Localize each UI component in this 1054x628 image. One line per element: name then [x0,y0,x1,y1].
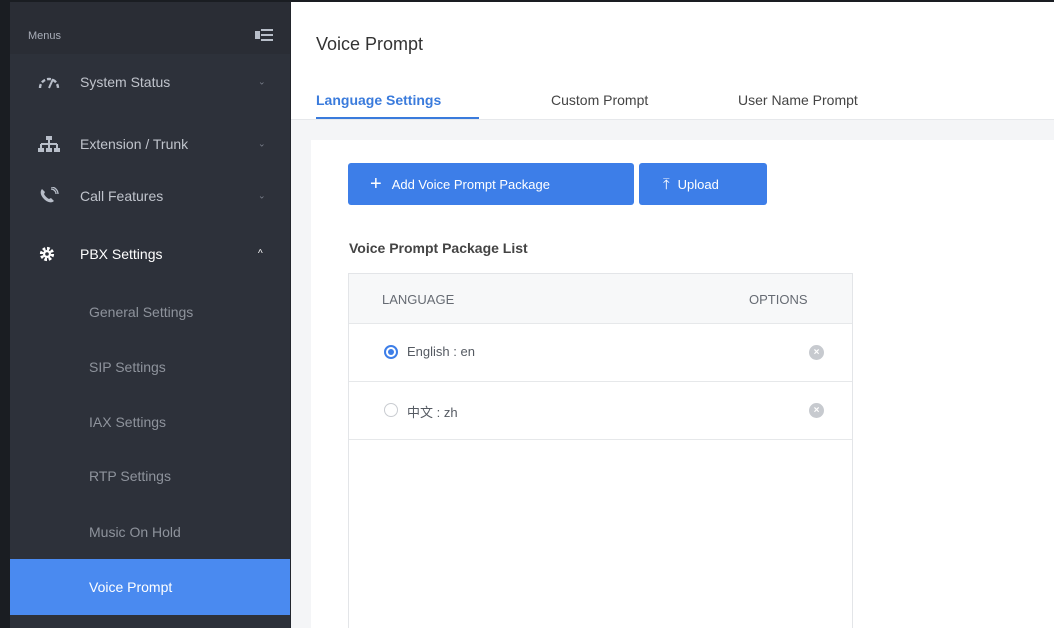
language-radio[interactable] [384,403,398,417]
sidebar-header: Menus [10,2,290,54]
sidebar-subitem-label: RTP Settings [89,468,171,484]
sidebar-item-extension-trunk[interactable]: Extension / Trunk ⌄ [10,116,290,172]
section-title: Voice Prompt Package List [349,240,528,256]
add-button-label: Add Voice Prompt Package [391,176,550,192]
upload-icon: ⤒ [663,175,670,193]
sidebar-subitem-music-on-hold[interactable]: Music On Hold [10,504,290,560]
gear-icon [38,245,60,263]
menus-label: Menus [28,30,62,42]
plus-icon: + [370,173,382,195]
sidebar-item-label: Extension / Trunk [80,136,189,152]
chevron-up-icon: ^ [258,248,263,260]
chevron-down-icon: ⌄ [258,190,266,201]
sidebar-subitem-label: SIP Settings [89,359,166,375]
language-cell: English : en [407,344,475,359]
sidebar-item-pbx-settings[interactable]: PBX Settings ^ [10,226,290,282]
tab-user-name-prompt[interactable]: User Name Prompt [738,92,858,108]
sidebar-subitem-label: Voice Prompt [89,579,173,595]
language-cell: 中文 : zh [407,405,458,420]
sidebar-item-label: System Status [80,74,171,90]
chevron-down-icon: ⌄ [258,76,266,87]
sidebar: Menus System Status ⌄ Extension / Trunk … [0,0,291,628]
sidebar-subitem-iax-settings[interactable]: IAX Settings [10,394,290,450]
sidebar-subitem-label: General Settings [89,304,194,320]
phone-icon [38,186,60,205]
tab-language-settings[interactable]: Language Settings [316,92,441,108]
chevron-down-icon: ⌄ [258,138,266,149]
table-row: English : en × [349,324,852,382]
voice-prompt-package-table: LANGUAGE OPTIONS English : en × 中文 : zh … [348,273,853,628]
sidebar-subitem-label: Music On Hold [89,524,181,540]
sidebar-item-label: PBX Settings [80,246,163,262]
table-row: 中文 : zh × [349,382,852,440]
collapse-menu-icon[interactable] [255,28,273,42]
gauge-icon [38,73,60,91]
sidebar-subitem-voice-prompt[interactable]: Voice Prompt [10,559,290,615]
sidebar-item-call-features[interactable]: Call Features ⌄ [10,168,290,224]
column-header-options: OPTIONS [749,292,808,307]
sidebar-item-system-status[interactable]: System Status ⌄ [10,54,290,110]
sidebar-subitem-sip-settings[interactable]: SIP Settings [10,339,290,395]
language-radio[interactable] [384,345,398,359]
sidebar-subitem-label: IAX Settings [89,414,167,430]
page-title: Voice Prompt [316,34,424,54]
tab-custom-prompt[interactable]: Custom Prompt [551,92,648,108]
sidebar-subitem-rtp-settings[interactable]: RTP Settings [10,448,290,504]
main-content: Voice Prompt Language Settings Custom Pr… [291,0,1054,628]
page-header: Voice Prompt Language Settings Custom Pr… [291,0,1054,120]
upload-button-label: Upload [677,176,719,192]
sidebar-item-label: Call Features [80,188,164,204]
sidebar-subitem-general-settings[interactable]: General Settings [10,284,290,340]
delete-icon[interactable]: × [809,403,824,418]
column-header-language: LANGUAGE [382,292,455,307]
add-voice-prompt-package-button[interactable]: + Add Voice Prompt Package [348,163,634,205]
table-header: LANGUAGE OPTIONS [349,274,852,324]
delete-icon[interactable]: × [809,345,824,360]
network-icon [38,135,60,153]
upload-button[interactable]: ⤒ Upload [639,163,767,205]
